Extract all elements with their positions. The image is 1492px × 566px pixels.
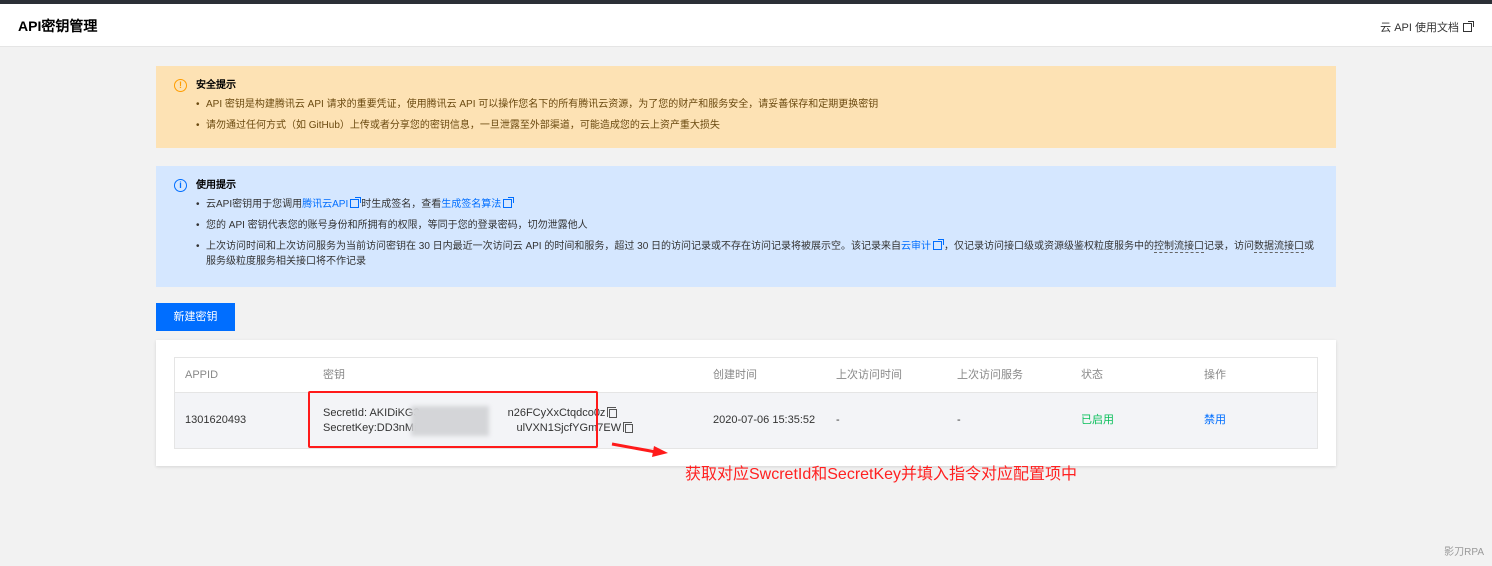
control-flow-term[interactable]: 控制流接口 — [1154, 241, 1205, 253]
security-notice-title: 安全提示 — [196, 80, 236, 91]
annotation-text: 获取对应SwcretId和SecretKey并填入指令对应配置项中 — [685, 466, 1078, 483]
appid-cell: 1301620493 — [185, 414, 247, 426]
usage-notice-item: 云API密钥用于您调用腾讯云API 时生成签名，查看生成签名算法 — [196, 197, 1322, 212]
page-title: API密钥管理 — [18, 18, 98, 34]
create-key-button[interactable]: 新建密钥 — [156, 303, 235, 331]
column-header: 操作 — [1204, 369, 1226, 381]
data-flow-term[interactable]: 数据流接口 — [1254, 241, 1305, 253]
usage-text: 云API密钥用于您调用 — [206, 199, 303, 210]
usage-notice-item: 您的 API 密钥代表您的账号身份和所拥有的权限，等同于您的登录密码，切勿泄露他… — [196, 218, 1322, 233]
usage-text: ，仅记录访问接口级或资源级鉴权粒度服务中的 — [944, 241, 1155, 252]
warning-icon: ! — [174, 79, 187, 92]
info-icon: i — [174, 179, 187, 192]
external-link-icon — [503, 197, 515, 208]
table-header: APPID 密钥 创建时间 上次访问时间 上次访问服务 状态 操作 — [175, 358, 1317, 393]
usage-notice: i 使用提示 云API密钥用于您调用腾讯云API 时生成签名，查看生成签名算法 您… — [156, 166, 1336, 287]
tencent-api-link[interactable]: 腾讯云API — [302, 199, 348, 210]
column-header: 创建时间 — [713, 369, 757, 381]
column-header: 密钥 — [323, 369, 345, 381]
annotation-arrow — [611, 442, 668, 457]
copy-icon[interactable] — [623, 422, 634, 433]
usage-text: 时生成签名，查看 — [361, 199, 442, 210]
external-link-icon — [933, 239, 945, 250]
column-header: 状态 — [1081, 369, 1103, 381]
last-access-time-cell: - — [836, 414, 840, 426]
cloud-audit-link[interactable]: 云审计 — [901, 241, 931, 252]
disable-key-link[interactable]: 禁用 — [1204, 393, 1226, 448]
last-access-service-cell: - — [957, 414, 961, 426]
api-doc-label: 云 API 使用文档 — [1380, 22, 1459, 34]
usage-text: 上次访问时间和上次访问服务为当前访问密钥在 30 日内最近一次访问云 API 的… — [206, 241, 902, 252]
external-link-icon — [1463, 20, 1474, 32]
security-notice: ! 安全提示 API 密钥是构建腾讯云 API 请求的重要凭证，使用腾讯云 AP… — [156, 66, 1336, 148]
usage-notice-title: 使用提示 — [196, 180, 236, 191]
status-badge: 已启用 — [1081, 414, 1114, 426]
column-header: 上次访问服务 — [957, 369, 1023, 381]
signature-algorithm-link[interactable]: 生成签名算法 — [441, 199, 501, 210]
usage-text: 记录，访问 — [1204, 241, 1255, 252]
created-time-cell: 2020-07-06 15:35:52 — [713, 414, 816, 426]
watermark: 影刀RPA — [1444, 547, 1484, 558]
highlight-box — [308, 391, 598, 448]
api-doc-link[interactable]: 云 API 使用文档 — [1380, 19, 1474, 35]
column-header: 上次访问时间 — [836, 369, 902, 381]
copy-icon[interactable] — [607, 407, 618, 418]
column-header: APPID — [185, 369, 219, 381]
page-header: API密钥管理 云 API 使用文档 — [0, 4, 1492, 47]
security-notice-item: 请勿通过任何方式（如 GitHub）上传或者分享您的密钥信息，一旦泄露至外部渠道… — [196, 118, 1322, 133]
external-link-icon — [350, 197, 362, 208]
security-notice-item: API 密钥是构建腾讯云 API 请求的重要凭证，使用腾讯云 API 可以操作您… — [196, 97, 1322, 112]
usage-notice-item: 上次访问时间和上次访问服务为当前访问密钥在 30 日内最近一次访问云 API 的… — [196, 239, 1322, 269]
